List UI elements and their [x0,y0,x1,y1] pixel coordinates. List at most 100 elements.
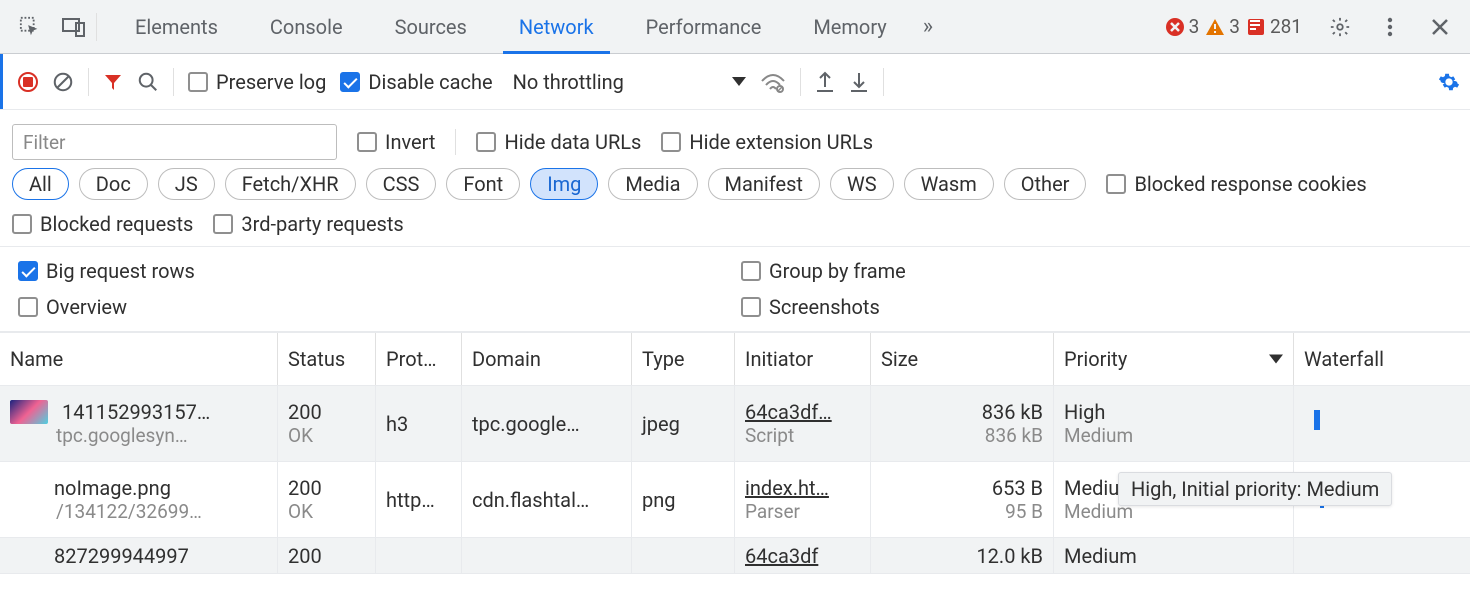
blocked-requests-checkbox[interactable]: Blocked requests [12,212,193,236]
sort-descending-icon [1269,355,1283,364]
settings-gear-icon[interactable] [1318,0,1362,54]
pill-doc[interactable]: Doc [79,168,148,200]
checkbox-icon [741,297,761,317]
type-filter-pills: All Doc JS Fetch/XHR CSS Font Img Media … [12,168,1086,200]
pill-other[interactable]: Other [1004,168,1087,200]
disable-cache-checkbox[interactable]: Disable cache [340,70,492,94]
overview-checkbox[interactable]: Overview [18,295,729,319]
col-header-type[interactable]: Type [632,333,735,385]
issue-badges: 3 3 281 [1165,0,1462,54]
table-row[interactable]: 141152993157… tpc.googlesyn… 200OK h3 tp… [0,386,1470,462]
col-header-protocol[interactable]: Prot… [376,333,462,385]
pill-ws[interactable]: WS [830,168,894,200]
tab-elements[interactable]: Elements [109,0,244,53]
filter-funnel-icon[interactable] [103,72,123,92]
invert-checkbox[interactable]: Invert [357,130,435,154]
pill-css[interactable]: CSS [366,168,437,200]
cell-status: 200 [278,538,376,573]
separator [883,68,884,96]
tab-performance[interactable]: Performance [620,0,788,53]
download-har-icon[interactable] [849,71,869,93]
cell-size: 653 B95 B [871,462,1054,537]
close-devtools-icon[interactable] [1418,0,1462,54]
checkbox-icon [18,297,38,317]
pill-font[interactable]: Font [446,168,520,200]
violations-badge[interactable]: 281 [1246,15,1302,38]
cell-name: 827299944997 [0,538,278,573]
network-toolbar: Preserve log Disable cache No throttling [0,54,1470,110]
pill-manifest[interactable]: Manifest [708,168,820,200]
table-row[interactable]: 827299944997 200 64ca3df 12.0 kB Medium [0,538,1470,574]
checkbox-icon [661,132,681,152]
cell-name: noImage.png /134122/32699… [0,462,278,537]
waterfall-bar-icon [1314,410,1320,430]
network-view-options: Big request rows Overview Group by frame… [0,247,1470,332]
more-tabs-icon[interactable]: » [913,0,943,53]
col-header-name[interactable]: Name [0,333,278,385]
invert-label: Invert [385,130,435,154]
network-settings-gear-icon[interactable] [1438,71,1460,93]
screenshots-checkbox[interactable]: Screenshots [741,295,1452,319]
preserve-log-label: Preserve log [216,70,326,94]
separator [173,68,174,96]
violations-count: 281 [1270,15,1302,38]
inspect-element-icon[interactable] [8,0,52,54]
cell-protocol [376,538,462,573]
kebab-menu-icon[interactable] [1368,0,1412,54]
pill-wasm[interactable]: Wasm [904,168,994,200]
hide-data-label: Hide data URLs [504,130,641,154]
disable-cache-label: Disable cache [368,70,492,94]
errors-count: 3 [1189,15,1200,38]
tab-sources[interactable]: Sources [369,0,493,53]
third-party-checkbox[interactable]: 3rd-party requests [213,212,403,236]
cell-protocol: http… [376,462,462,537]
pill-all[interactable]: All [12,168,69,200]
upload-har-icon[interactable] [815,71,835,93]
separator [88,68,89,96]
cell-size: 836 kB836 kB [871,386,1054,461]
cell-initiator: 64ca3df…Script [735,386,871,461]
cell-initiator: index.ht…Parser [735,462,871,537]
filter-input[interactable]: Filter [12,124,337,160]
col-header-domain[interactable]: Domain [462,333,632,385]
col-header-initiator[interactable]: Initiator [735,333,871,385]
big-rows-label: Big request rows [46,259,195,283]
record-button[interactable] [18,72,38,92]
cell-domain [462,538,632,573]
preserve-log-checkbox[interactable]: Preserve log [188,70,326,94]
separator [455,129,456,155]
throttling-select[interactable]: No throttling [513,70,746,94]
errors-badge[interactable]: 3 [1165,15,1200,38]
col-header-size[interactable]: Size [871,333,1054,385]
group-by-frame-checkbox[interactable]: Group by frame [741,259,1452,283]
network-conditions-icon[interactable] [760,71,786,93]
cell-waterfall [1294,538,1470,573]
col-header-waterfall[interactable]: Waterfall [1294,333,1470,385]
hide-extension-urls-checkbox[interactable]: Hide extension URLs [661,130,873,154]
blocked-response-cookies-checkbox[interactable]: Blocked response cookies [1106,172,1366,196]
big-request-rows-checkbox[interactable]: Big request rows [18,259,729,283]
priority-tooltip: High, Initial priority: Medium [1118,472,1392,506]
cell-type: png [632,462,735,537]
col-header-priority[interactable]: Priority [1054,333,1294,385]
device-toggle-icon[interactable] [52,0,96,54]
screenshots-label: Screenshots [769,295,880,319]
pill-media[interactable]: Media [608,168,697,200]
warnings-badge[interactable]: 3 [1205,15,1240,38]
tab-network[interactable]: Network [493,0,620,53]
cell-name: 141152993157… tpc.googlesyn… [0,386,278,461]
hide-data-urls-checkbox[interactable]: Hide data URLs [476,130,641,154]
pill-fetch-xhr[interactable]: Fetch/XHR [225,168,356,200]
chevron-down-icon [732,77,746,86]
search-icon[interactable] [137,71,159,93]
cell-domain: cdn.flashtal… [462,462,632,537]
clear-button[interactable] [52,71,74,93]
tab-console[interactable]: Console [244,0,369,53]
warnings-count: 3 [1229,15,1240,38]
col-header-status[interactable]: Status [278,333,376,385]
pill-js[interactable]: JS [158,168,215,200]
pill-img[interactable]: Img [530,168,598,200]
tab-memory[interactable]: Memory [787,0,912,53]
devtools-tabs: Elements Console Sources Network Perform… [109,0,943,53]
third-party-label: 3rd-party requests [241,212,403,236]
